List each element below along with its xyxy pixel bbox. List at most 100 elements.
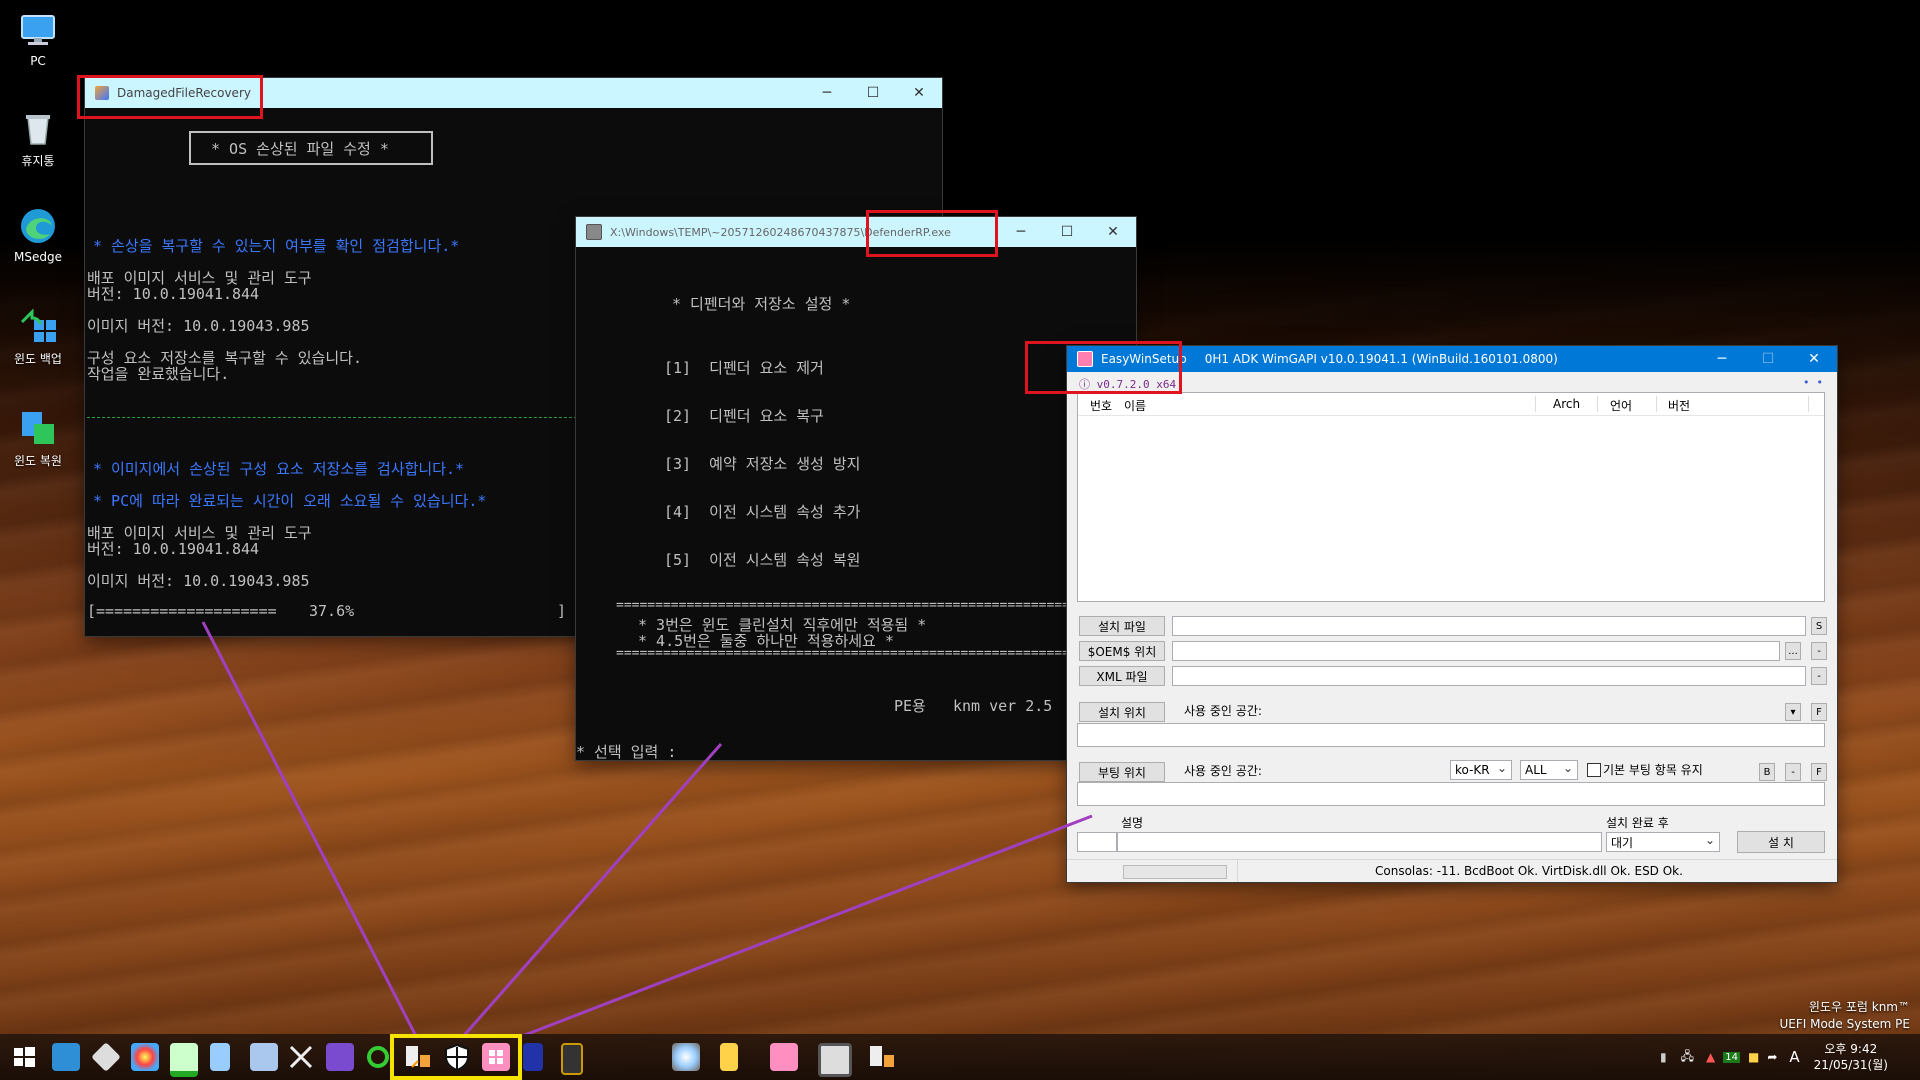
tray-badge[interactable]: 14 [1723,1051,1740,1063]
running-console-icon[interactable] [818,1043,852,1077]
description-field[interactable] [1117,832,1602,852]
menu-option-3: [3] 예약 저장소 생성 방지 [664,455,861,473]
running-app-icon[interactable] [672,1043,700,1071]
language-select[interactable]: ko-KR [1450,760,1512,780]
dropdown-button[interactable]: ▾ [1785,703,1801,721]
version-label: ⓘ v0.7.2.0 x64 [1079,378,1177,391]
clear-button[interactable]: - [1811,642,1827,660]
disk-tool-icon[interactable] [91,1042,121,1072]
after-install-select[interactable]: 대기 [1606,832,1720,852]
b-button[interactable]: B [1759,763,1775,781]
input-prompt[interactable]: * 선택 입력 : [576,741,676,762]
boot-location-button[interactable]: 부팅 위치 [1079,762,1165,782]
restore-icon [18,408,58,448]
window-title-info: 0H1 ADK WimGAPI v10.0.19041.1 (WinBuild.… [1204,352,1558,366]
defender-shield-taskbar-icon[interactable] [443,1043,471,1072]
bottle-icon[interactable] [210,1043,230,1071]
boot-partition-list[interactable] [1077,782,1825,806]
f-button[interactable]: F [1811,703,1827,721]
share-tray-icon[interactable]: ➦ [1767,1050,1777,1064]
desktop-icon-win-restore[interactable]: 윈도 복원 [10,408,66,469]
clear-button[interactable]: - [1811,667,1827,685]
browse-button[interactable]: ... [1785,642,1801,660]
minimize-icon[interactable]: ─ [1699,346,1745,372]
tablet-icon[interactable] [523,1043,543,1071]
close-icon[interactable]: ✕ [1791,346,1837,372]
minimize-icon[interactable]: ─ [998,217,1044,247]
used-space-label: 사용 중인 공간: [1184,704,1262,718]
easywinsetup-window[interactable]: EasyWinSetup 0H1 ADK WimGAPI v10.0.19041… [1067,346,1837,882]
keep-boot-checkbox[interactable] [1587,763,1601,777]
edition-select[interactable]: ALL [1520,760,1578,780]
console-line: * PC에 따라 완료되는 시간이 오래 소요될 수 있습니다.* [93,492,487,510]
description-index-field[interactable] [1077,832,1117,852]
window-titlebar[interactable]: EasyWinSetup 0H1 ADK WimGAPI v10.0.19041… [1067,346,1837,372]
window-title: DamagedFileRecovery [117,86,251,100]
tools-icon[interactable] [287,1043,315,1071]
drive-icon[interactable] [170,1043,198,1077]
window-titlebar[interactable]: DamagedFileRecovery ─ ☐ ✕ [85,78,942,108]
computer-icon [18,10,58,50]
running-recovery-icon[interactable] [868,1043,896,1071]
network-icon[interactable] [250,1043,278,1071]
column-header-arch[interactable]: Arch [1553,397,1580,411]
desktop-icon-label: 휴지통 [21,154,55,168]
clock[interactable]: 오후 9:42 21/05/31(월) [1814,1041,1888,1073]
tray-overflow-icon[interactable]: ▮ [1660,1050,1667,1064]
column-header-number[interactable]: 번호 [1090,397,1112,414]
running-folder-icon[interactable] [720,1043,738,1071]
easywinsetup-taskbar-icon[interactable] [482,1043,510,1071]
watermark-line: UEFI Mode System PE [1779,1017,1910,1031]
refresh-icon[interactable] [364,1043,392,1071]
media-icon[interactable] [326,1043,354,1071]
progress-bar-text: [==================== [87,602,277,620]
close-icon[interactable]: ✕ [1090,217,1136,247]
network-tray-icon[interactable]: 🖧 [1681,1047,1694,1068]
oem-location-button[interactable]: $OEM$ 위치 [1079,641,1165,661]
maximize-icon[interactable]: ☐ [1745,346,1791,372]
tray-app-icon[interactable]: ■ [1748,1050,1759,1064]
s-button[interactable]: S [1811,617,1827,635]
window-titlebar[interactable]: X:\Windows\TEMP\~20571260248670437875\De… [576,217,1136,247]
install-file-button[interactable]: 설치 파일 [1079,616,1165,636]
xml-file-button[interactable]: XML 파일 [1079,666,1165,686]
console-output: * 디펜더와 저장소 설정 * [1] 디펜더 요소 제거 [2] 디펜더 요소… [576,247,1136,762]
system-tray: ▮ 🖧 ▲ 14 ■ ➦ A 오후 9:42 21/05/31(월) [1660,1034,1888,1080]
partition-icon[interactable] [131,1043,159,1071]
file-recovery-taskbar-icon[interactable] [404,1043,432,1071]
column-header-name[interactable]: 이름 [1124,397,1146,414]
desktop-icon-win-backup[interactable]: 윈도 백업 [10,306,66,367]
column-header-version[interactable]: 버전 [1668,397,1690,414]
watermark-line: 윈도우 포럼 knm™ [1808,1000,1910,1014]
maximize-icon[interactable]: ☐ [850,78,896,108]
sd-card-icon[interactable] [561,1043,583,1075]
desktop-icon-recycle-bin[interactable]: 휴지통 [10,108,66,169]
close-icon[interactable]: ✕ [896,78,942,108]
defender-rp-window[interactable]: X:\Windows\TEMP\~20571260248670437875\De… [576,217,1136,762]
desktop-icon-msedge[interactable]: MSedge [10,206,66,264]
start-icon[interactable] [10,1043,38,1071]
image-list[interactable]: 번호 이름 Arch 언어 버전 [1077,392,1825,602]
desktop-pin-icon[interactable] [52,1043,80,1071]
warning-tray-icon[interactable]: ▲ [1706,1050,1715,1064]
install-button[interactable]: 설 치 [1737,831,1825,853]
column-header-language[interactable]: 언어 [1610,397,1632,414]
oem-location-field[interactable] [1172,641,1780,661]
console-line: 버전: 10.0.19041.844 [87,540,260,558]
easywinsetup-app-icon [1077,351,1093,367]
clear-button[interactable]: - [1785,763,1801,781]
dots-icon[interactable]: • • [1803,376,1823,389]
minimize-icon[interactable]: ─ [804,78,850,108]
install-file-field[interactable] [1172,616,1806,636]
xml-file-field[interactable] [1172,666,1806,686]
ime-indicator[interactable]: A [1789,1048,1799,1066]
running-easywinsetup-icon[interactable] [770,1043,798,1071]
window-title: EasyWinSetup [1101,352,1187,366]
maximize-icon[interactable]: ☐ [1044,217,1090,247]
f-button[interactable]: F [1811,763,1827,781]
install-partition-list[interactable] [1077,723,1825,747]
desktop-icon-pc[interactable]: PC [10,10,66,68]
console-line: 이미지 버전: 10.0.19043.985 [87,317,310,335]
install-location-button[interactable]: 설치 위치 [1079,702,1165,722]
console-line: 작업을 완료했습니다. [87,365,230,383]
